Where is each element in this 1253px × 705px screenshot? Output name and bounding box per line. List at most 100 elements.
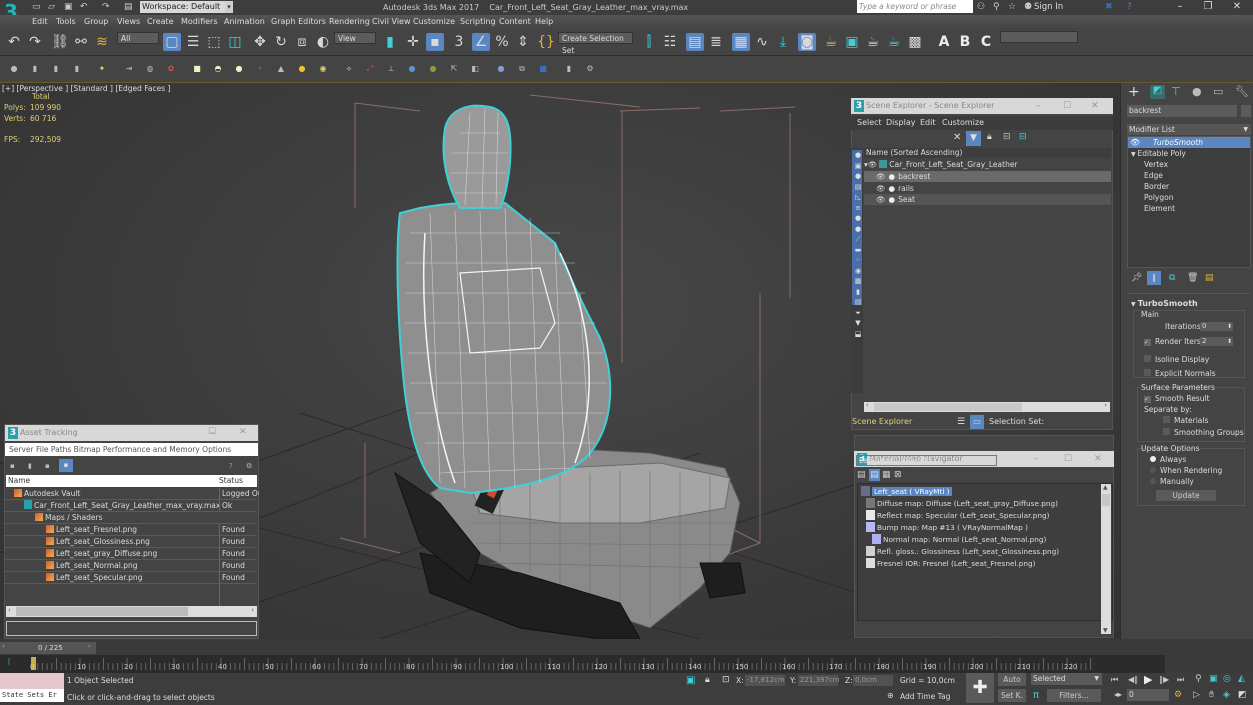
vray-sphere-light-icon[interactable]: ●	[234, 64, 244, 74]
next-frame-icon[interactable]: ›	[88, 642, 91, 650]
vray-mesh-light-icon[interactable]: ◦	[255, 64, 265, 74]
view-large-icons-icon[interactable]: ⊠	[894, 470, 902, 480]
link-icon[interactable]: ⛓	[51, 33, 69, 51]
vray-bulb-icon[interactable]: ✦	[97, 64, 107, 74]
unlink-icon[interactable]: ⚯	[72, 33, 90, 51]
map-row[interactable]: Normal map: Normal (Left_seat_Normal.png…	[872, 534, 1046, 546]
menu-select[interactable]: Select	[857, 118, 882, 127]
vray-bake-icon[interactable]: ▮	[564, 64, 574, 74]
stack-subobject-polygon[interactable]: Polygon	[1144, 192, 1173, 203]
remove-modifier-icon[interactable]: 🗑︎	[1187, 273, 1198, 283]
map-row[interactable]: Bump map: Map #13 ( VRayNormalMap )	[866, 522, 1028, 534]
workspace-menu-icon[interactable]: ▾	[225, 1, 233, 13]
viewport-label[interactable]: [+] [Perspective ] [Standard ] [Edged Fa…	[2, 84, 170, 93]
time-config-icon[interactable]: ⚙	[1174, 690, 1182, 700]
key-mode-icon[interactable]: ◂▸	[1114, 690, 1122, 699]
pan-icon[interactable]: ✋︎	[1209, 690, 1214, 700]
stack-subobject-border[interactable]: Border	[1144, 181, 1169, 192]
vray-last-vfb-icon[interactable]: ▮	[51, 64, 61, 74]
play-icon[interactable]: ▶	[1144, 673, 1152, 686]
view-list-icons-icon[interactable]: ▤	[869, 469, 880, 481]
asset-options-icon[interactable]: ⚙	[246, 462, 252, 470]
window-crossing-icon[interactable]: ◫	[226, 33, 244, 51]
menu-graph-editors[interactable]: Graph Editors	[271, 15, 326, 28]
time-slider[interactable]: ‹ 0 / 225 ›	[0, 642, 96, 654]
redo-icon[interactable]: ↷	[26, 33, 44, 51]
menu-edit[interactable]: Edit	[32, 15, 48, 28]
radio-always[interactable]: Always	[1150, 455, 1186, 465]
visibility-icon[interactable]: 👁︎	[868, 160, 878, 169]
user-icon[interactable]: ⚉	[1024, 1, 1032, 13]
vray-fur-icon[interactable]: ⤢	[365, 64, 375, 74]
zoom-extents-icon[interactable]: ◎	[1223, 674, 1231, 684]
render-cloud-icon[interactable]: ▩	[906, 33, 924, 51]
render-iters-checkbox[interactable]: ✓ Render Iters:	[1144, 337, 1203, 347]
asset-tool-4-icon[interactable]: ▪	[59, 459, 73, 472]
material-editor-icon[interactable]: ◙	[798, 33, 816, 51]
edit-named-sets-icon[interactable]: {}	[537, 33, 555, 51]
layer-explorer-icon[interactable]: ≣	[707, 33, 725, 51]
menu-edit[interactable]: Edit	[920, 118, 936, 127]
scroll-thumb[interactable]	[874, 403, 1022, 411]
time-tag-icon[interactable]: ⊕	[887, 691, 894, 700]
menu-modifiers[interactable]: Modifiers	[181, 15, 218, 28]
stack-item-turbosmooth[interactable]: 👁︎ TurboSmooth	[1128, 137, 1250, 148]
map-row[interactable]: Refl. gloss.: Glossiness (Left_seat_Glos…	[866, 546, 1059, 558]
configure-sets-icon[interactable]: ▤	[1205, 273, 1214, 283]
help-icon[interactable]: ?	[1127, 1, 1132, 13]
vray-camera-icon[interactable]: ■	[538, 64, 548, 74]
clear-filter-icon[interactable]: ✕	[953, 132, 961, 143]
menu-scripting[interactable]: Scripting	[460, 15, 496, 28]
scene-explorer-toggle-icon[interactable]: ▤	[686, 33, 704, 51]
menu-display[interactable]: Display	[886, 118, 916, 127]
selection-set-dropdown[interactable]: Create Selection Set	[558, 32, 633, 55]
checkbox-unchecked[interactable]	[1163, 428, 1170, 435]
materials-checkbox[interactable]: Materials	[1163, 416, 1208, 426]
asset-tool-3-icon[interactable]: ▪	[45, 462, 50, 470]
menu-customize[interactable]: Customize	[942, 118, 984, 127]
scene-root-row[interactable]: ▾👁︎ Car_Front_Left_Seat_Gray_Leather	[864, 159, 1111, 170]
placement-icon[interactable]: ◐	[314, 33, 332, 51]
close-button[interactable]: ✕	[1222, 0, 1252, 14]
minimize-button[interactable]: –	[1034, 451, 1039, 467]
go-to-start-icon[interactable]: ⏮	[1111, 675, 1118, 685]
undo-icon[interactable]: ↶	[80, 1, 88, 13]
star-icon[interactable]: ☆	[1008, 1, 1016, 13]
motion-tab-icon[interactable]: ●	[1192, 85, 1202, 98]
zoom-extents-all-icon[interactable]: ◭	[1238, 674, 1245, 684]
map-row[interactable]: Reflect map: Specular (Left_seat_Specula…	[866, 510, 1049, 522]
vray-clipper-icon[interactable]: ●	[428, 64, 438, 74]
show-end-result-icon[interactable]: ‖	[1147, 271, 1161, 285]
asset-tracking-menu[interactable]: Server File Paths Bitmap Performance and…	[5, 443, 258, 456]
add-time-tag-button[interactable]: Add Time Tag	[900, 691, 950, 702]
absolute-mode-icon[interactable]: ⊡	[722, 675, 730, 685]
vray-tool-3-icon[interactable]: ✿	[166, 64, 176, 74]
vray-light-icon[interactable]: ●	[9, 64, 19, 74]
stack-subobject-edge[interactable]: Edge	[1144, 170, 1163, 181]
scene-hscrollbar[interactable]: ‹ ›	[864, 401, 1110, 412]
isoline-display-checkbox[interactable]: Isoline Display	[1144, 355, 1209, 365]
go-to-end-icon[interactable]: ⏭	[1177, 675, 1184, 685]
snap-3d-icon[interactable]: 3	[450, 33, 468, 51]
update-button[interactable]: Update	[1156, 490, 1216, 501]
menu-animation[interactable]: Animation	[224, 15, 265, 28]
map-row[interactable]: Diffuse map: Diffuse (Left_seat_gray_Dif…	[866, 498, 1058, 510]
selection-set-icon[interactable]: ▭	[970, 415, 984, 429]
object-color-swatch[interactable]	[1241, 105, 1251, 117]
maximize-viewport-icon[interactable]: ◩	[1238, 690, 1247, 700]
vray-plane-icon[interactable]: ⟂	[386, 64, 396, 74]
checkbox-unchecked[interactable]	[1163, 416, 1170, 423]
spinner-arrows-icon[interactable]: ⬍	[1227, 337, 1232, 346]
move-icon[interactable]: ✥	[251, 33, 269, 51]
exchange-icon[interactable]: ✖	[1105, 1, 1113, 13]
explicit-normals-checkbox[interactable]: Explicit Normals	[1144, 369, 1216, 379]
scene-explorer-name-field[interactable]: Scene Explorer	[852, 417, 947, 427]
redo-icon[interactable]: ↷	[102, 1, 110, 13]
asset-maximize-button[interactable]: ☐	[208, 427, 216, 437]
next-frame-icon[interactable]: ‖▶	[1159, 675, 1169, 684]
new-file-icon[interactable]: ▭	[32, 1, 41, 13]
render-iterative-icon[interactable]: ☕	[885, 33, 903, 51]
asset-tool-1-icon[interactable]: ▪	[10, 462, 15, 470]
asset-row[interactable]: Left_seat_Fresnel.png Found	[4, 524, 256, 536]
hierarchy-icon[interactable]: ⊟	[1003, 132, 1011, 142]
